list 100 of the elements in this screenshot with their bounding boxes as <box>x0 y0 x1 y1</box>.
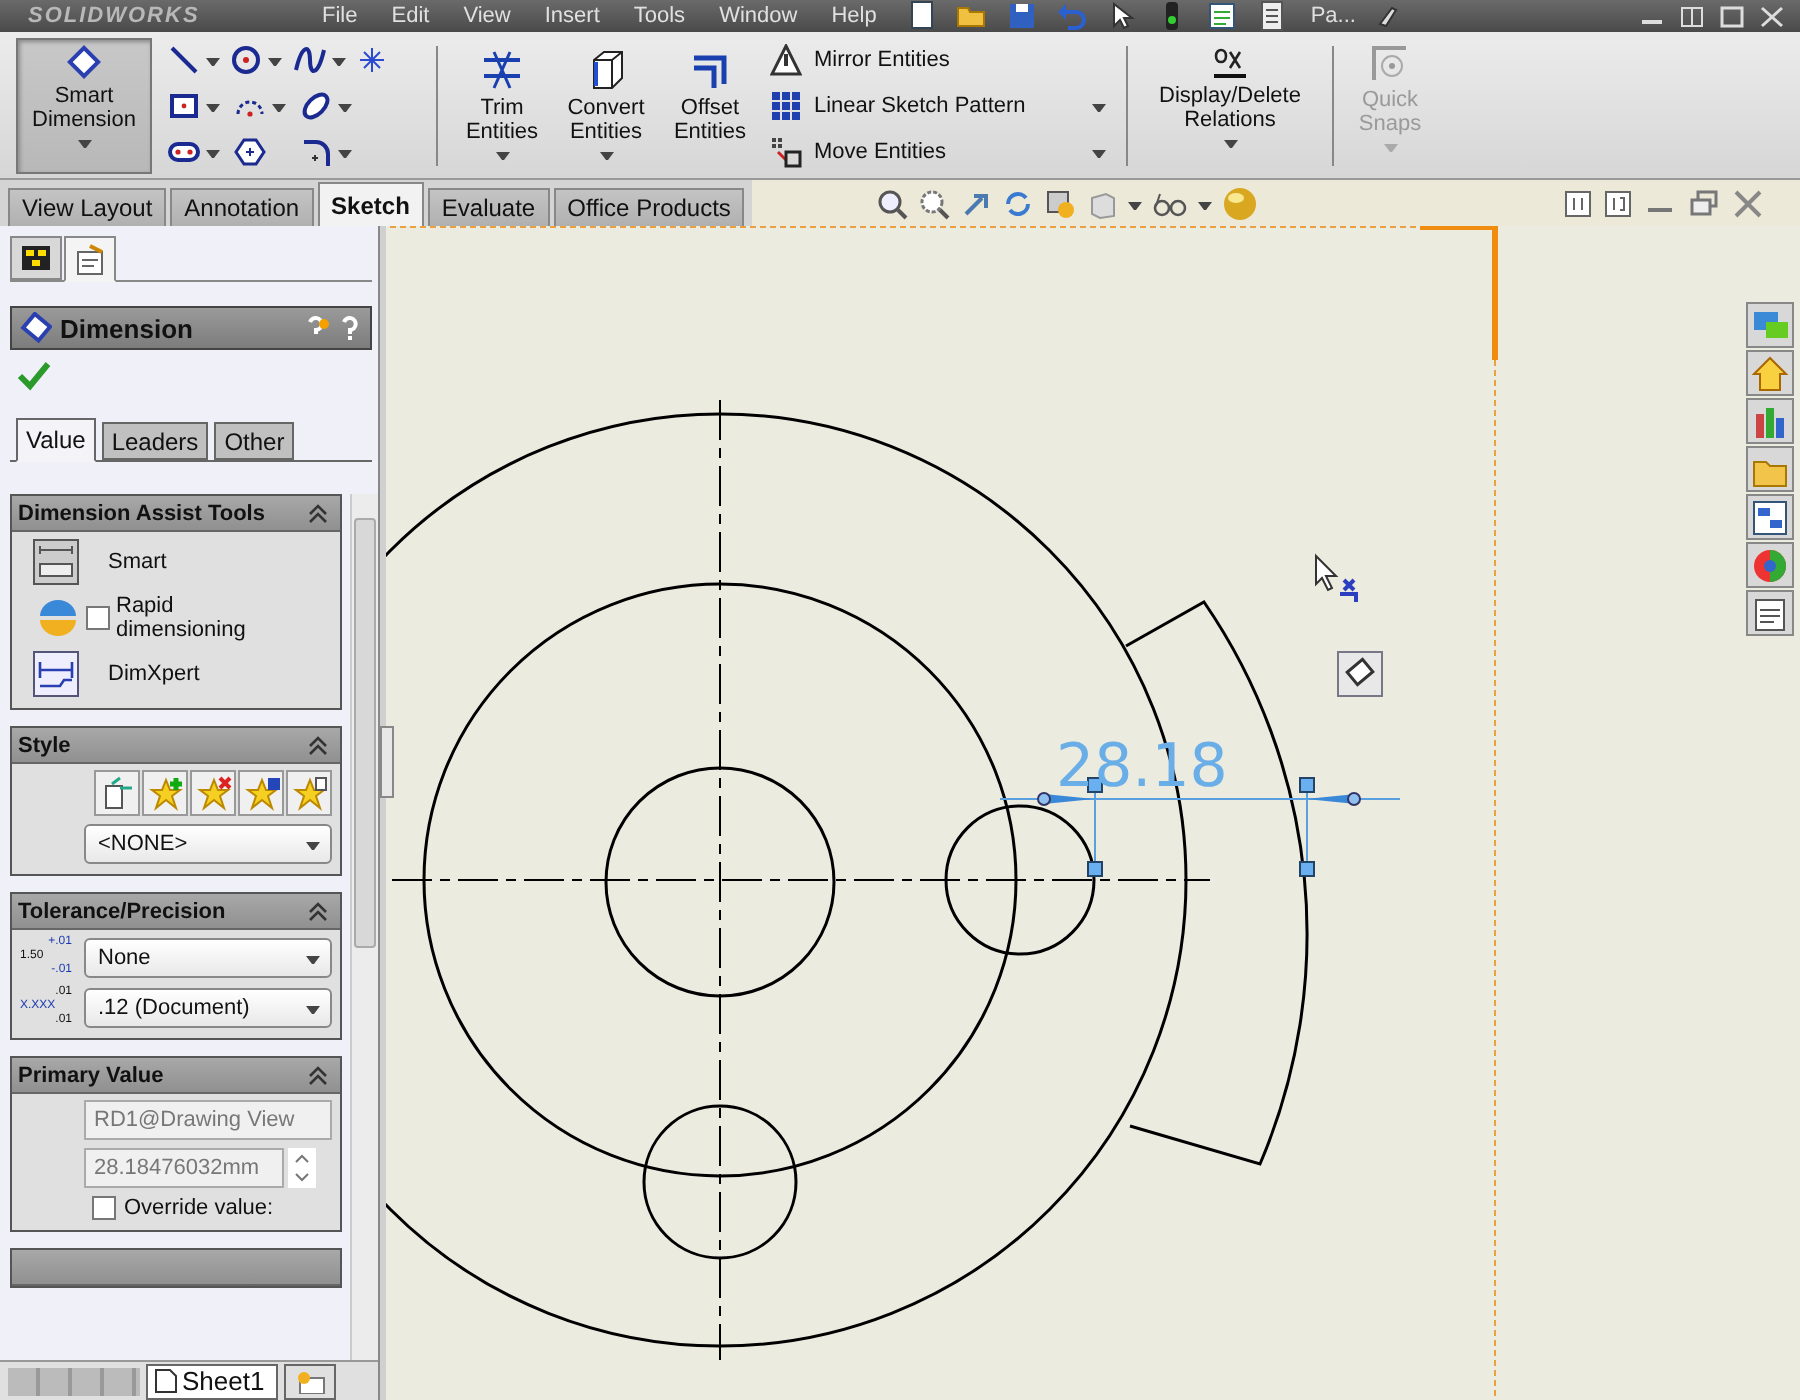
caret-icon[interactable] <box>206 149 220 158</box>
tab[interactable]: Evaluate <box>427 188 550 226</box>
collapse-icon[interactable] <box>308 503 328 523</box>
maximize-icon[interactable] <box>1716 4 1748 28</box>
tab[interactable]: Other <box>214 422 295 460</box>
task-pane-tab[interactable] <box>1746 494 1794 540</box>
caret-icon[interactable] <box>206 58 220 67</box>
zoom-icon[interactable] <box>876 187 908 219</box>
tool-button[interactable]: Convert Entities <box>558 38 654 174</box>
tool-button[interactable]: Trim Entities <box>454 38 550 174</box>
property-manager-tab[interactable] <box>64 236 116 282</box>
dropdown[interactable]: <NONE> <box>84 824 332 864</box>
smart-dimension-button[interactable]: Smart Dimension <box>16 38 152 174</box>
caret-icon[interactable] <box>306 955 320 963</box>
left-panel-icon[interactable] <box>1564 189 1592 217</box>
collapse-icon[interactable] <box>308 1065 328 1085</box>
caret-icon[interactable] <box>338 149 352 158</box>
line-icon[interactable] <box>168 44 200 77</box>
tile-icon[interactable] <box>1676 4 1708 28</box>
tab[interactable]: Sketch <box>317 182 424 226</box>
collapse-icon[interactable] <box>308 901 328 921</box>
menu-item[interactable]: Insert <box>532 4 612 28</box>
dropdown[interactable]: None <box>84 937 332 977</box>
feature-tree-tab[interactable] <box>10 236 62 280</box>
scroll-thumb[interactable] <box>354 518 376 948</box>
tool-button[interactable]: Move Entities <box>766 133 1110 170</box>
collapse-icon[interactable] <box>308 735 328 755</box>
style-button[interactable] <box>94 770 140 816</box>
caret-icon[interactable] <box>306 842 320 850</box>
close-icon[interactable] <box>1756 4 1788 28</box>
ok-icon[interactable] <box>16 360 52 392</box>
dropdown[interactable]: .12 (Document) <box>84 987 332 1027</box>
menu-item[interactable]: View <box>451 4 523 28</box>
checkbox[interactable] <box>92 1196 116 1220</box>
sheet-icon[interactable] <box>1256 0 1289 32</box>
style-button[interactable] <box>286 770 332 816</box>
ellipse-icon[interactable] <box>300 89 332 122</box>
tab[interactable]: Annotation <box>170 188 314 226</box>
zoom-area-icon[interactable] <box>918 187 950 219</box>
menu-item[interactable]: Tools <box>621 4 698 28</box>
spin-arrows-icon[interactable] <box>288 1148 316 1188</box>
menu-item[interactable]: File <box>310 4 370 28</box>
fillet-icon[interactable] <box>300 135 332 168</box>
caret-icon[interactable] <box>599 152 613 160</box>
rotate-icon[interactable] <box>1002 187 1034 219</box>
section-header[interactable]: Primary Value <box>12 1058 340 1094</box>
polygon-icon[interactable] <box>234 135 266 168</box>
circle-icon[interactable] <box>230 44 263 77</box>
tab[interactable]: Value <box>16 418 96 462</box>
caret-icon[interactable] <box>495 152 509 160</box>
caret-icon[interactable] <box>206 103 220 112</box>
caret-icon[interactable] <box>1198 201 1212 209</box>
sheet-tab[interactable]: Sheet1 <box>146 1363 279 1399</box>
tool-button[interactable]: Mirror Entities <box>766 42 1110 79</box>
section-header[interactable]: Style <box>12 728 340 764</box>
add-sheet-button[interactable] <box>284 1363 337 1399</box>
dimxpert-icon[interactable] <box>32 650 80 698</box>
close-icon[interactable] <box>1732 189 1764 217</box>
right-panel-icon[interactable] <box>1604 189 1632 217</box>
drag-handle[interactable] <box>1299 777 1315 793</box>
tool-button[interactable]: Linear Sketch Pattern <box>766 87 1110 124</box>
section-header[interactable]: Tolerance/Precision <box>12 894 340 930</box>
menu-item[interactable]: Help <box>819 4 889 28</box>
section-header[interactable]: Dimension Assist Tools <box>12 496 340 532</box>
restore-icon[interactable] <box>1688 189 1720 217</box>
caret-icon[interactable] <box>1092 103 1106 112</box>
caret-icon[interactable] <box>306 1005 320 1013</box>
drag-handle[interactable] <box>1299 861 1315 877</box>
caret-icon[interactable] <box>1128 201 1142 209</box>
save-icon[interactable] <box>1006 0 1039 32</box>
tool-button[interactable]: Offset Entities <box>662 38 758 174</box>
task-pane-tab[interactable] <box>1746 542 1794 588</box>
caret-icon[interactable] <box>1092 149 1106 158</box>
drag-handle[interactable] <box>1087 861 1103 877</box>
rectangle-icon[interactable] <box>168 89 200 122</box>
style-button[interactable] <box>238 770 284 816</box>
tab[interactable]: View Layout <box>8 188 167 226</box>
dimension-icon[interactable] <box>1337 651 1383 697</box>
tab[interactable]: Leaders <box>101 422 209 460</box>
caret-icon[interactable] <box>331 58 345 67</box>
style-button[interactable] <box>190 770 236 816</box>
task-pane-tab[interactable] <box>1746 590 1794 636</box>
task-pane-tab[interactable] <box>1746 350 1794 396</box>
caret-icon[interactable] <box>338 103 352 112</box>
scrollbar[interactable] <box>350 494 378 1360</box>
caret-icon[interactable] <box>1223 140 1237 148</box>
tab[interactable]: Office Products <box>553 188 745 226</box>
options-icon[interactable] <box>1206 0 1239 32</box>
smart-dimension-icon[interactable] <box>32 538 80 586</box>
display-icon[interactable] <box>1044 187 1076 219</box>
help-icon[interactable] <box>338 314 362 342</box>
caret-icon[interactable] <box>268 58 283 67</box>
menu-item[interactable]: Edit <box>379 4 442 28</box>
spline-icon[interactable] <box>293 44 325 77</box>
tool-button[interactable]: Display/Delete Relations <box>1144 38 1316 174</box>
task-pane-tab[interactable] <box>1746 398 1794 444</box>
checkbox[interactable] <box>86 606 110 630</box>
panel-collapse-handle[interactable] <box>380 726 394 798</box>
menu-item[interactable]: Window <box>707 4 810 28</box>
document-icon[interactable] <box>906 0 939 32</box>
